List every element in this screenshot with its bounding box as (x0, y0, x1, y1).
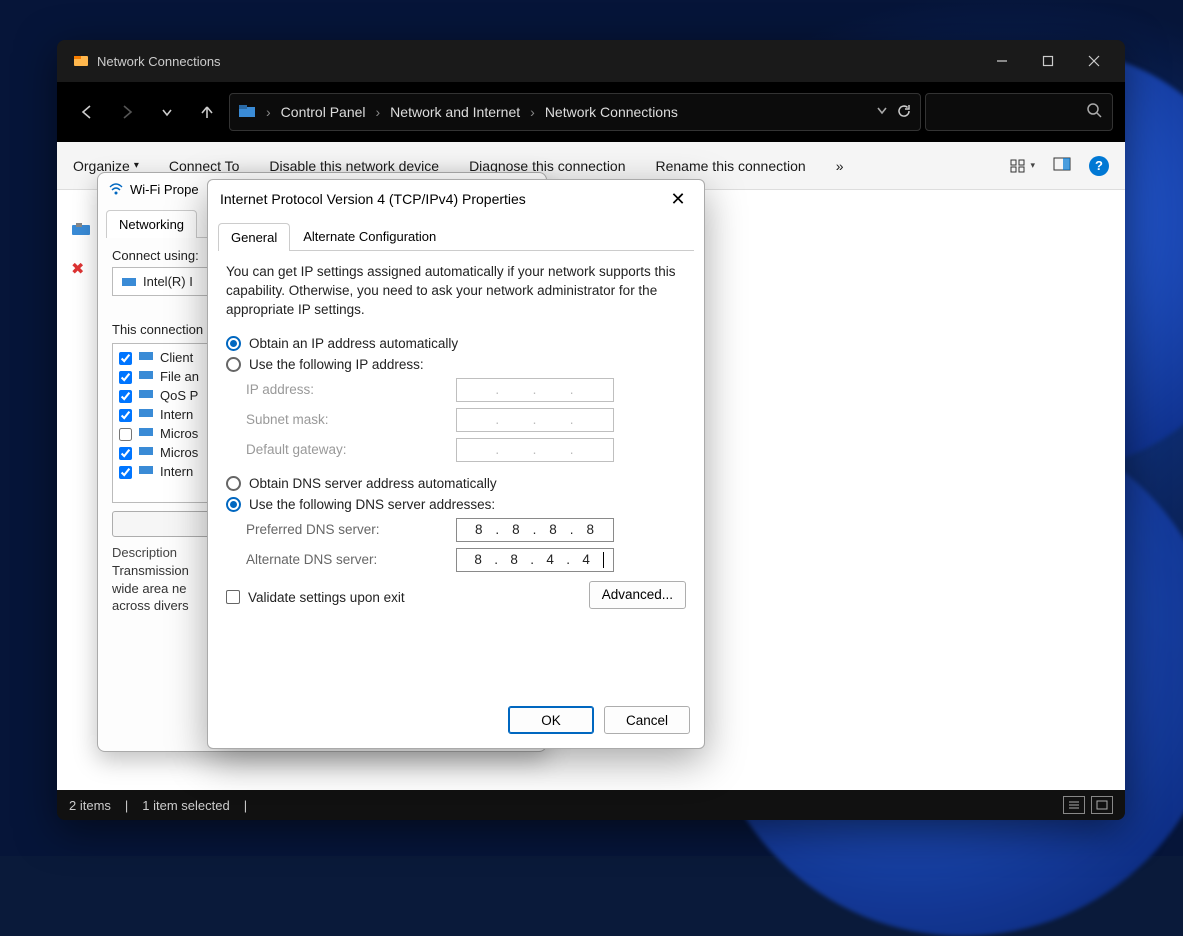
chevron-down-icon: ▾ (134, 160, 139, 171)
window-icon (73, 53, 89, 69)
alternate-dns-label: Alternate DNS server: (246, 552, 456, 567)
up-button[interactable] (189, 94, 225, 130)
chevron-right-icon: › (530, 104, 535, 120)
radio-use-following-dns[interactable]: Use the following DNS server addresses: (226, 497, 686, 512)
chevron-right-icon: › (376, 104, 381, 120)
wifi-icon (108, 180, 124, 199)
chevron-down-icon: ▾ (1030, 160, 1035, 171)
protocol-icon (138, 407, 154, 422)
help-button[interactable]: ? (1089, 156, 1109, 176)
radio-obtain-ip-auto[interactable]: Obtain an IP address automatically (226, 336, 686, 351)
maximize-button[interactable] (1025, 40, 1071, 82)
item-checkbox[interactable] (119, 428, 132, 441)
refresh-button[interactable] (896, 103, 912, 122)
radio-use-following-ip[interactable]: Use the following IP address: (226, 357, 686, 372)
close-icon[interactable]: ✕ (664, 189, 692, 210)
item-label: Intern (160, 407, 193, 422)
item-checkbox[interactable] (119, 352, 132, 365)
adapter-icons: ✖ (71, 222, 91, 279)
ipv4-properties-window: Internet Protocol Version 4 (TCP/IPv4) P… (207, 179, 705, 749)
intro-text: You can get IP settings assigned automat… (226, 263, 686, 320)
ethernet-adapter-icon[interactable] (71, 222, 91, 243)
alternate-dns-input[interactable]: 8. 8. 4. 4 (456, 548, 614, 572)
protocol-icon (138, 388, 154, 403)
close-button[interactable] (1071, 40, 1117, 82)
protocol-icon (138, 426, 154, 441)
titlebar[interactable]: Network Connections (57, 40, 1125, 82)
subnet-mask-label: Subnet mask: (246, 412, 456, 427)
default-gateway-input: ... (456, 438, 614, 462)
chevron-right-icon: › (266, 104, 271, 120)
item-label: QoS P (160, 388, 198, 403)
rename-button[interactable]: Rename this connection (656, 158, 806, 174)
protocol-icon (138, 445, 154, 460)
item-checkbox[interactable] (119, 390, 132, 403)
dialog-footer: OK Cancel (208, 696, 704, 748)
preferred-dns-label: Preferred DNS server: (246, 522, 456, 537)
protocol-icon (138, 350, 154, 365)
forward-button[interactable] (109, 94, 145, 130)
view-options-button[interactable]: ▾ (1010, 159, 1035, 173)
breadcrumb-network-internet[interactable]: Network and Internet (390, 104, 520, 120)
tab-networking[interactable]: Networking (106, 210, 197, 238)
tab-alternate-configuration[interactable]: Alternate Configuration (290, 222, 449, 250)
item-checkbox[interactable] (119, 466, 132, 479)
preview-pane-button[interactable] (1053, 157, 1071, 174)
item-label: File an (160, 369, 199, 384)
preferred-dns-input[interactable]: 8. 8. 8. 8 (456, 518, 614, 542)
breadcrumb-network-connections[interactable]: Network Connections (545, 104, 678, 120)
cancel-button[interactable]: Cancel (604, 706, 690, 734)
network-card-icon (121, 276, 137, 288)
radio-icon (226, 357, 241, 372)
breadcrumb-control-panel[interactable]: Control Panel (281, 104, 366, 120)
status-separator: | (125, 798, 128, 813)
minimize-button[interactable] (979, 40, 1025, 82)
search-icon (1086, 102, 1102, 123)
item-label: Intern (160, 464, 193, 479)
ipv4-window-title: Internet Protocol Version 4 (TCP/IPv4) P… (220, 191, 526, 207)
checkbox-icon (226, 590, 240, 604)
item-label: Micros (160, 445, 198, 460)
advanced-button[interactable]: Advanced... (589, 581, 686, 609)
ipv4-titlebar[interactable]: Internet Protocol Version 4 (TCP/IPv4) P… (208, 180, 704, 218)
text-caret (603, 552, 604, 568)
folder-icon (238, 103, 256, 122)
protocol-icon (138, 464, 154, 479)
ip-address-label: IP address: (246, 382, 456, 397)
wifi-adapter-icon[interactable]: ✖ (71, 259, 91, 279)
item-label: Micros (160, 426, 198, 441)
radio-obtain-dns-auto[interactable]: Obtain DNS server address automatically (226, 476, 686, 491)
status-selected-count: 1 item selected (142, 798, 229, 813)
protocol-icon (138, 369, 154, 384)
search-box[interactable] (925, 93, 1113, 131)
ok-button[interactable]: OK (508, 706, 594, 734)
navbar: › Control Panel › Network and Internet ›… (57, 82, 1125, 142)
ipv4-tabstrip: General Alternate Configuration (218, 222, 694, 251)
more-commands-button[interactable]: » (836, 158, 844, 174)
tab-general[interactable]: General (218, 223, 290, 251)
window-title: Network Connections (97, 54, 221, 69)
thumbnails-view-button[interactable] (1091, 796, 1113, 814)
status-items-count: 2 items (69, 798, 111, 813)
radio-icon (226, 497, 241, 512)
recent-locations-button[interactable] (149, 94, 185, 130)
status-separator: | (244, 798, 247, 813)
item-label: Client (160, 350, 193, 365)
details-view-button[interactable] (1063, 796, 1085, 814)
status-bar: 2 items | 1 item selected | (57, 790, 1125, 820)
adapter-name: Intel(R) I (143, 274, 193, 289)
address-bar[interactable]: › Control Panel › Network and Internet ›… (229, 93, 921, 131)
item-checkbox[interactable] (119, 371, 132, 384)
wifi-window-title: Wi-Fi Prope (130, 182, 199, 197)
default-gateway-label: Default gateway: (246, 442, 456, 457)
item-checkbox[interactable] (119, 447, 132, 460)
radio-icon (226, 336, 241, 351)
chevron-down-icon[interactable] (876, 103, 888, 122)
subnet-mask-input: ... (456, 408, 614, 432)
back-button[interactable] (69, 94, 105, 130)
item-checkbox[interactable] (119, 409, 132, 422)
ip-address-input: ... (456, 378, 614, 402)
radio-icon (226, 476, 241, 491)
